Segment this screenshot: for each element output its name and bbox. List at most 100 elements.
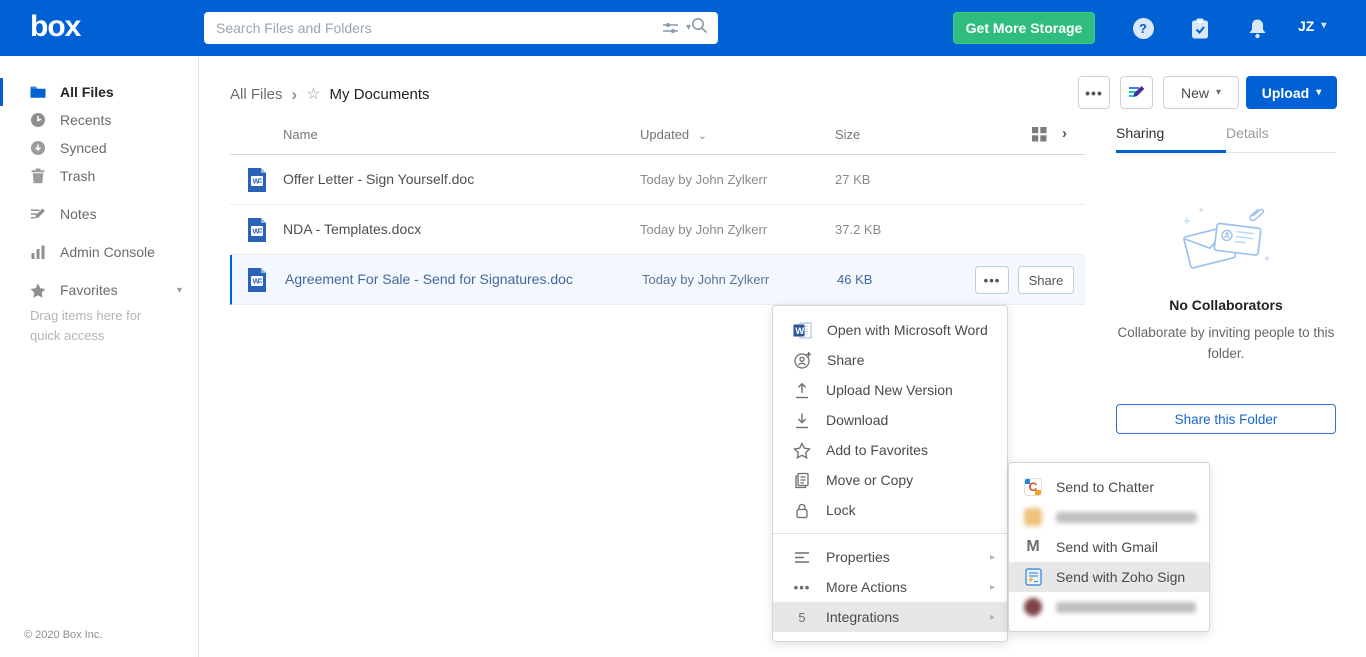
sidebar-item-recents[interactable]: Recents <box>0 106 198 134</box>
integrations-count-badge: 5 <box>793 610 811 625</box>
menu-item-download[interactable]: Download <box>773 405 1007 435</box>
tab-sharing[interactable]: Sharing <box>1116 125 1164 141</box>
submenu-item-send-with-zoho-sign[interactable]: Send with Zoho Sign <box>1009 562 1209 592</box>
redacted-label <box>1056 512 1197 523</box>
redacted-app-icon <box>1023 508 1043 526</box>
menu-item-share[interactable]: Share <box>773 345 1007 375</box>
collapse-panel-chevron-icon[interactable]: › <box>1062 125 1067 142</box>
table-row[interactable]: W Offer Letter - Sign Yourself.doc Today… <box>230 155 1085 205</box>
menu-item-open-with-word[interactable]: W Open with Microsoft Word <box>773 315 1007 345</box>
new-button-label: New <box>1181 85 1209 101</box>
menu-item-label: Add to Favorites <box>826 442 928 458</box>
menu-item-label: Upload New Version <box>826 382 953 398</box>
file-size: 37.2 KB <box>835 222 881 237</box>
share-this-folder-button[interactable]: Share this Folder <box>1116 404 1336 434</box>
sidebar-item-trash[interactable]: Trash <box>0 162 198 190</box>
new-note-button[interactable] <box>1120 76 1153 109</box>
sort-caret-icon: ⌄ <box>698 130 707 142</box>
sliders-icon <box>662 21 679 35</box>
sync-icon <box>30 140 46 156</box>
table-row-selected[interactable]: W Agreement For Sale - Send for Signatur… <box>230 255 1085 305</box>
file-name[interactable]: NDA - Templates.docx <box>283 221 421 237</box>
integrations-submenu: C Send to Chatter M Send with Gmail Send… <box>1008 462 1210 632</box>
favorite-star-icon[interactable]: ☆ <box>306 84 320 104</box>
menu-item-label: Integrations <box>826 609 899 625</box>
tasks-button[interactable] <box>1189 17 1211 39</box>
file-name[interactable]: Agreement For Sale - Send for Signatures… <box>285 271 573 287</box>
upload-button-label: Upload <box>1262 85 1309 101</box>
column-name[interactable]: Name <box>283 127 318 142</box>
sidebar: All Files Recents Synced Trash <box>0 56 199 657</box>
folder-icon <box>30 85 46 99</box>
submenu-item-redacted-2[interactable] <box>1009 592 1209 622</box>
word-file-icon: W <box>246 217 268 248</box>
grid-view-icon[interactable] <box>1032 127 1047 145</box>
gmail-icon: M <box>1023 538 1043 556</box>
download-icon <box>793 412 811 429</box>
sidebar-item-label: All Files <box>60 84 114 100</box>
sidebar-item-label: Favorites <box>60 282 118 298</box>
row-more-options-button[interactable]: ••• <box>975 266 1009 294</box>
file-updated: Today by John Zylkerr <box>642 272 769 287</box>
submenu-item-send-with-gmail[interactable]: M Send with Gmail <box>1009 532 1209 562</box>
no-collaborators-title: No Collaborators <box>1116 297 1336 313</box>
microsoft-word-icon: W <box>793 322 812 339</box>
column-updated[interactable]: Updated ⌄ <box>640 127 707 142</box>
new-button[interactable]: New ▾ <box>1163 76 1239 109</box>
redacted-app-icon <box>1023 598 1043 616</box>
submenu-item-redacted-1[interactable] <box>1009 502 1209 532</box>
sidebar-item-notes[interactable]: Notes <box>0 200 198 228</box>
sidebar-item-all-files[interactable]: All Files <box>0 78 198 106</box>
sidebar-item-admin-console[interactable]: Admin Console <box>0 238 198 266</box>
help-button[interactable]: ? <box>1132 17 1154 39</box>
menu-item-lock[interactable]: Lock <box>773 495 1007 525</box>
box-logo[interactable]: box <box>30 10 80 44</box>
sidebar-item-label: Synced <box>60 140 107 156</box>
get-more-storage-button[interactable]: Get More Storage <box>953 12 1095 44</box>
search-bar[interactable]: ▾ <box>204 12 718 44</box>
favorites-collapse-caret-icon[interactable]: ▾ <box>177 285 198 296</box>
tab-details[interactable]: Details <box>1226 125 1269 141</box>
sidebar-item-synced[interactable]: Synced <box>0 134 198 162</box>
menu-item-label: Lock <box>826 502 856 518</box>
star-outline-icon <box>793 442 811 459</box>
menu-item-integrations[interactable]: 5 Integrations ▸ <box>773 602 1007 632</box>
notifications-button[interactable] <box>1246 17 1268 39</box>
sidebar-item-label: Admin Console <box>60 244 155 260</box>
menu-item-upload-new-version[interactable]: Upload New Version <box>773 375 1007 405</box>
chatter-icon: C <box>1023 478 1043 496</box>
upload-button[interactable]: Upload ▾ <box>1246 76 1337 109</box>
breadcrumb: All Files › ☆ My Documents <box>230 84 430 104</box>
search-filter-icon[interactable]: ▾ <box>662 21 691 35</box>
share-person-icon <box>793 351 812 370</box>
submenu-item-send-to-chatter[interactable]: C Send to Chatter <box>1009 472 1209 502</box>
svg-text:W: W <box>253 227 261 236</box>
menu-item-add-to-favorites[interactable]: Add to Favorites <box>773 435 1007 465</box>
row-share-button[interactable]: Share <box>1018 266 1074 294</box>
sidebar-item-label: Notes <box>60 206 97 222</box>
submenu-item-label: Send with Gmail <box>1056 539 1158 555</box>
file-updated: Today by John Zylkerr <box>640 222 767 237</box>
submenu-item-label: Send to Chatter <box>1056 479 1154 495</box>
favorites-drag-hint: Drag items here for quick access <box>0 304 198 346</box>
copy-icon <box>793 472 811 489</box>
app-header: box ▾ Get More Storage ? <box>0 0 1366 56</box>
breadcrumb-chevron-icon: › <box>292 86 298 103</box>
menu-item-move-or-copy[interactable]: Move or Copy <box>773 465 1007 495</box>
search-input[interactable] <box>204 20 662 36</box>
breadcrumb-all-files[interactable]: All Files <box>230 86 283 103</box>
table-row[interactable]: W NDA - Templates.docx Today by John Zyl… <box>230 205 1085 255</box>
breadcrumb-current-folder: My Documents <box>330 86 430 103</box>
user-menu[interactable]: JZ ▾ <box>1298 18 1326 34</box>
menu-item-properties[interactable]: Properties ▸ <box>773 542 1007 572</box>
menu-item-more-actions[interactable]: ••• More Actions ▸ <box>773 572 1007 602</box>
lock-icon <box>793 502 811 519</box>
file-name[interactable]: Offer Letter - Sign Yourself.doc <box>283 171 474 187</box>
search-icon[interactable] <box>691 17 708 39</box>
sidebar-item-favorites[interactable]: Favorites ▾ <box>0 276 198 304</box>
folder-more-options-button[interactable]: ••• <box>1078 76 1110 109</box>
properties-icon <box>793 551 811 564</box>
column-size[interactable]: Size <box>835 127 860 142</box>
clock-icon <box>30 112 46 128</box>
menu-item-label: Move or Copy <box>826 472 913 488</box>
